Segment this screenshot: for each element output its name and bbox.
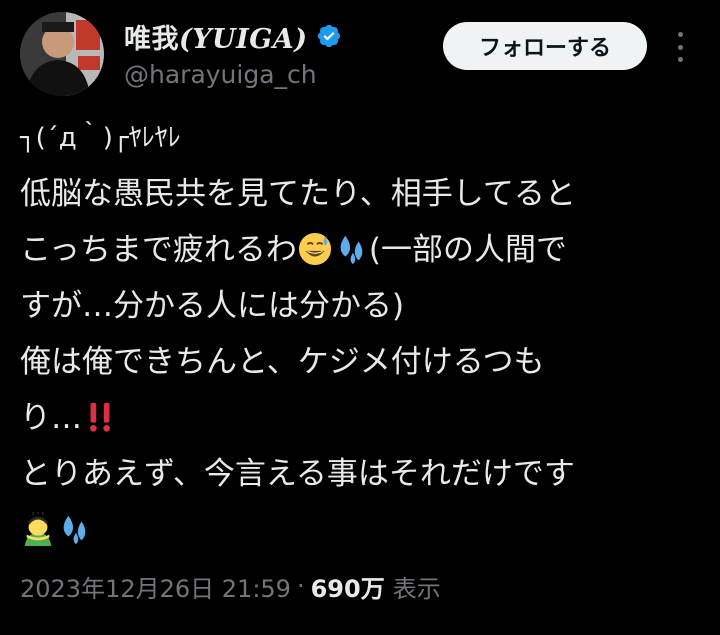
display-name-latin: (YUIGA) — [179, 23, 308, 55]
tweet-line-5: 俺は俺できちんと、ケジメ付けるつも — [20, 344, 545, 380]
more-vertical-icon[interactable] — [670, 30, 690, 64]
avatar-image — [20, 12, 104, 96]
display-name-row: 唯我(YUIGA) — [124, 16, 342, 56]
display-name-jp: 唯我 — [124, 23, 179, 55]
tweet-line-2: 低脳な愚民共を見てたり、相手してると — [20, 176, 576, 212]
views-count[interactable]: 690万 — [311, 569, 385, 604]
tweet-line-1: ┐(´д｀)┌ﾔﾚﾔﾚ — [20, 123, 181, 153]
tweet-line-4: すが…分かる人には分かる) — [20, 288, 405, 324]
tweet-line-6: り… — [20, 390, 700, 446]
sweat-droplets-emoji — [63, 515, 86, 545]
sweat-droplets-emoji — [340, 235, 363, 265]
tweet-line-3: こっちまで疲れるわ (一部の人間で — [20, 222, 700, 278]
avatar[interactable] — [20, 12, 104, 96]
verified-badge-icon[interactable] — [316, 23, 342, 49]
meta-separator: · — [296, 572, 305, 600]
views-label: 表示 — [392, 574, 441, 603]
author-handle[interactable]: @harayuiga_ch — [124, 60, 342, 89]
more-dot — [677, 44, 683, 50]
grinning-sweat-emoji — [298, 232, 331, 266]
tweet-line-7: とりあえず、今言える事はそれだけです — [20, 456, 575, 492]
tweet-line-6-text: り… — [20, 400, 82, 436]
tweet-text: ┐(´д｀)┌ﾔﾚﾔﾚ 低脳な愚民共を見てたり、相手してると こっちまで疲れるわ… — [20, 110, 700, 558]
tweet-line-3-text: こっちまで疲れるわ — [20, 232, 297, 268]
tweet-header: 唯我(YUIGA) @harayuiga_ch フォローする — [20, 12, 700, 98]
author-info: 唯我(YUIGA) @harayuiga_ch — [124, 16, 342, 89]
more-dot — [677, 57, 683, 62]
tweet-meta: 2023年12月26日 21:59 · 690万 表示 — [20, 566, 441, 606]
tweet-line-8 — [20, 502, 700, 558]
double-exclamation-emoji — [90, 402, 110, 432]
tweet-timestamp[interactable]: 2023年12月26日 21:59 — [20, 569, 291, 604]
man-bowing-emoji — [24, 512, 52, 546]
tweet-line-3-tail: (一部の人間で — [368, 232, 567, 268]
display-name[interactable]: 唯我(YUIGA) — [124, 17, 308, 56]
follow-button[interactable]: フォローする — [443, 22, 647, 70]
more-dot — [677, 32, 683, 37]
